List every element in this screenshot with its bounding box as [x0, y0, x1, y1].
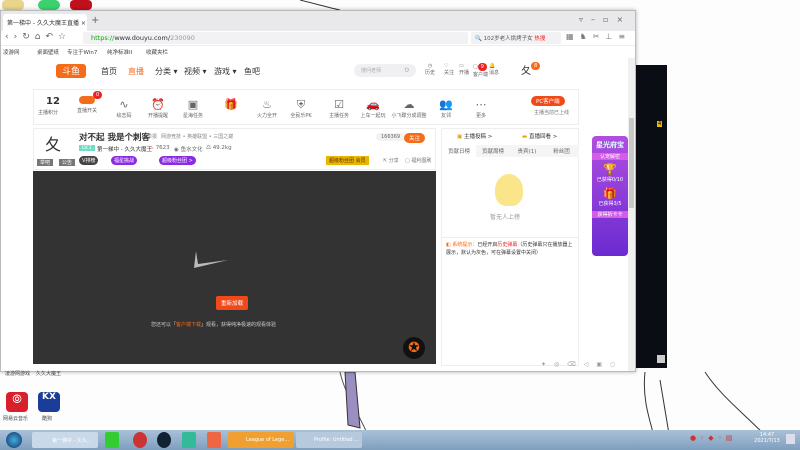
bookmark[interactable]: 纯净标准II	[107, 48, 132, 56]
anchor-submissions-link[interactable]: ▣ 主播投稿 >	[457, 132, 492, 140]
tool-ufo[interactable]: ☁ 小飞碟分成调整	[389, 98, 429, 119]
chat-toolbar-icons[interactable]: ✦◎⌫◁▣○	[541, 361, 623, 368]
share-button[interactable]: ⇱ 分享	[383, 157, 399, 164]
nav-video[interactable]: 视频 ▾	[184, 66, 207, 77]
tab-fan-club[interactable]: 粉丝团	[544, 145, 579, 157]
loading-swoosh-icon	[194, 251, 228, 268]
room-title: 对不起 我是个刺客	[79, 133, 150, 143]
bookmarks-bar: 凌游网 桌面壁纸 专注于Win7 纯净标准II 收藏夹栏	[1, 46, 635, 58]
fan-club-banner[interactable]: 超级粉丝团 会员	[326, 156, 369, 165]
client-icon[interactable]: ▢ 9 客户端	[473, 63, 488, 78]
window-controls[interactable]: ▿–▫×	[579, 15, 631, 24]
clock[interactable]: 14:47 2021/7/13	[752, 432, 782, 444]
nav-games[interactable]: 游戏 ▾	[214, 66, 237, 77]
heat: ♨ 7623	[149, 145, 170, 151]
tab-vip[interactable]: 贵宾(1)	[510, 145, 544, 157]
client-download-link[interactable]: 客户端下载	[176, 322, 201, 328]
background-window: 4	[636, 65, 667, 368]
user-avatar[interactable]: 夂8	[521, 62, 541, 77]
tool-more[interactable]: ⋯ 更多	[461, 98, 501, 119]
follow-icon[interactable]: ♡ 关注	[444, 63, 458, 76]
tool-live-switch[interactable]: 直播开关	[67, 107, 107, 114]
scrollbar[interactable]	[628, 58, 635, 371]
douyu-logo[interactable]: 斗鱼	[56, 64, 86, 78]
site-search[interactable]: 搜问老师 ○	[354, 64, 416, 77]
steam-icon[interactable]	[157, 432, 171, 448]
film-reel-icon[interactable]: ✪	[403, 337, 425, 359]
address-bar[interactable]: https://www.douyu.com/230090	[83, 32, 468, 44]
tab-douyu[interactable]: 第一梯中 - 久久大魔王直播 ×	[3, 14, 87, 31]
broadcast-icon[interactable]: ▭ 开播	[459, 63, 469, 76]
tab-weekly-rank[interactable]: 贡献周榜	[476, 145, 510, 157]
bookmark[interactable]: 桌面壁纸	[37, 48, 59, 56]
tool-alarm[interactable]: ⏰ 开播提醒	[138, 98, 178, 119]
follower-count: 166369	[376, 133, 406, 141]
folder-icon[interactable]	[2, 0, 24, 10]
category-breadcrumb[interactable]: 网游竞技 • 英雄联盟 • 三国之巅	[161, 133, 233, 140]
history-icon[interactable]: ◷ 历史	[424, 63, 436, 76]
new-tab-button[interactable]: +	[91, 15, 99, 26]
tool-tasks[interactable]: ▣ 星海任务	[173, 98, 213, 119]
promo-banner[interactable]: 星光府宝 认宠解密 🏆 已获得0/10 🎁 已获得3/5 获得拆卡卡	[592, 136, 628, 256]
browser-search[interactable]: 🔍 102岁老人烘烤子女 热搜	[471, 32, 561, 44]
bookmark[interactable]: 凌游网	[3, 48, 20, 56]
streamer-name: 第一梯中 - 久久大魔王	[97, 147, 152, 153]
tool-pk[interactable]: ⛨ 全民乐PK	[281, 98, 321, 119]
video-player[interactable]: 重新加载 您还可以「客户端下载」观看，获得纯净极速的观看体验 ✪	[33, 171, 436, 364]
tray-icons[interactable]: ●◦◆◦▤	[690, 434, 736, 442]
extension-icons[interactable]: ▦♞✂⊥≡	[566, 32, 631, 41]
follow-button[interactable]: 关注	[404, 133, 426, 143]
taskbar-app-icon[interactable]	[133, 432, 147, 448]
gift-icon[interactable]: 🎁	[211, 98, 251, 112]
system-notice: ◧ 系统提示：已经开启历史弹幕（历史弹幕只在播放器上展示，默认为灰色，可在弹幕设…	[442, 237, 578, 260]
taskbar-browser[interactable]: 第一梯中 - 久久...	[32, 432, 98, 448]
kugou-icon[interactable]: KX	[38, 392, 60, 412]
nav-yuba[interactable]: 鱼吧	[244, 66, 260, 77]
streamer-avatar[interactable]: 夂	[45, 131, 61, 155]
report-button[interactable]: ▢ 福利图刷	[405, 157, 431, 164]
app-icon[interactable]	[70, 0, 92, 10]
reload-button[interactable]: 重新加载	[216, 296, 249, 310]
douyu-page: 斗鱼 首页 直播 分类 ▾ 视频 ▾ 游戏 ▾ 鱼吧 搜问老师 ○ ◷ 历史 ♡ 关注…	[1, 58, 628, 371]
taskbar-app-icon[interactable]	[207, 432, 221, 448]
taskbar-app-icon[interactable]	[105, 432, 119, 448]
anchor-score: 12	[46, 96, 60, 107]
bookmark[interactable]: 专注于Win7	[67, 48, 97, 56]
empty-mascot-icon	[495, 174, 523, 206]
tool-friends[interactable]: 👥 友邻	[426, 98, 466, 119]
taskbar-app-icon[interactable]	[182, 432, 196, 448]
show-desktop-button[interactable]	[786, 434, 795, 444]
ranking-panel: ▣ 主播投稿 > ▬ 直播回看 > 贡献日榜 贡献周榜 贵宾(1) 粉丝团 暂无…	[441, 128, 579, 366]
taskbar: 第一梯中 - 久久... League of Lege... Profile: …	[0, 430, 800, 450]
wechat-icon[interactable]	[38, 0, 60, 10]
nav-home[interactable]: 首页	[101, 66, 117, 77]
netease-music-icon[interactable]: ⦾	[6, 392, 28, 412]
message-icon[interactable]: 🔔 消息	[489, 63, 499, 76]
live-toggle[interactable]	[79, 96, 95, 104]
start-button[interactable]	[6, 432, 22, 448]
replay-link[interactable]: ▬ 直播回看 >	[522, 132, 557, 140]
nav-category[interactable]: 分类 ▾	[155, 66, 178, 77]
taskbar-league[interactable]: League of Lege...	[228, 432, 294, 448]
nav-buttons[interactable]: ‹›↻⌂↶☆	[5, 32, 71, 42]
tab-daily-rank[interactable]: 贡献日榜	[442, 145, 476, 157]
pc-client-button[interactable]: PC客户端	[531, 96, 565, 106]
bookmark[interactable]: 收藏夹栏	[146, 48, 168, 56]
taskbar-obs[interactable]: Profile: Untitled ...	[296, 432, 362, 448]
window-icon[interactable]	[657, 355, 665, 363]
browser-window: 第一梯中 - 久久大魔王直播 × + ▿–▫× ‹›↻⌂↶☆ https://w…	[0, 10, 636, 372]
nav-live[interactable]: 直播	[128, 66, 144, 77]
tool-car[interactable]: 🚗 上车一起玩	[353, 98, 393, 119]
